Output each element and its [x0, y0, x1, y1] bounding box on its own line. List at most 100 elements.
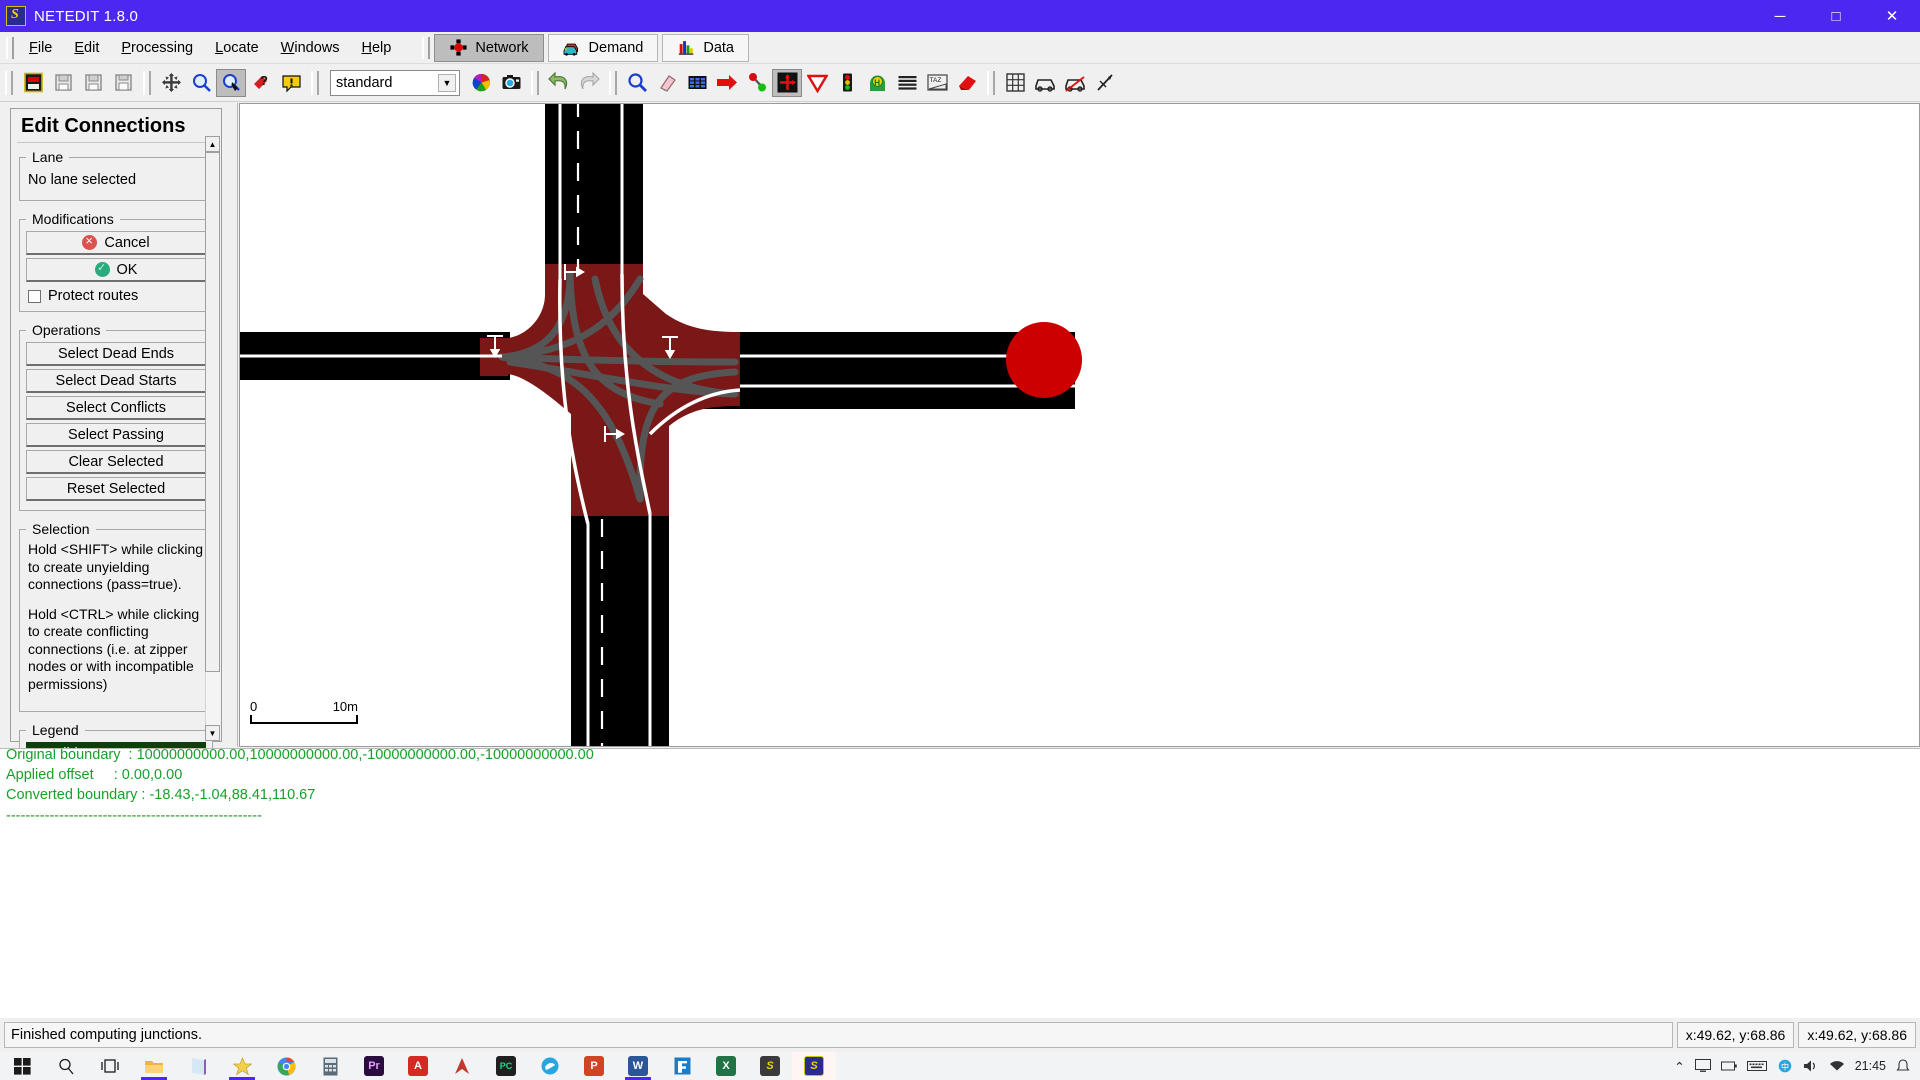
snapshot-camera-icon[interactable] [496, 69, 526, 97]
select-dead-starts-label: Select Dead Starts [55, 372, 177, 389]
grid-icon[interactable] [1000, 69, 1030, 97]
undo-icon[interactable] [544, 69, 574, 97]
powerpoint-icon[interactable]: P [572, 1052, 616, 1080]
sumo-label: S [760, 1056, 780, 1076]
acrobat-icon[interactable]: A [396, 1052, 440, 1080]
protect-routes-checkbox[interactable] [28, 289, 41, 303]
tray-ime-icon[interactable]: 中 [1777, 1059, 1793, 1073]
onenote-icon[interactable] [176, 1052, 220, 1080]
menu-locate[interactable]: Locate [204, 37, 270, 59]
sumo-icon[interactable]: S [748, 1052, 792, 1080]
menu-locate-label: ocate [223, 39, 259, 56]
scrollbar-thumb[interactable] [205, 152, 220, 672]
help-cursor-icon[interactable]: ? [246, 69, 276, 97]
mode-tabs-grip[interactable] [422, 36, 431, 59]
notification-center-icon[interactable] [1896, 1059, 1910, 1073]
scale-end-label: 10m [332, 699, 358, 714]
start-button-icon[interactable] [0, 1052, 44, 1080]
menu-edit[interactable]: Edit [63, 37, 110, 59]
toolbar-sep-4 [531, 70, 539, 95]
network-mode-icon [450, 39, 467, 56]
select-conflicts-button[interactable]: Select Conflicts [26, 396, 206, 420]
menu-file[interactable]: File [18, 37, 63, 59]
bluebird-app-icon[interactable] [528, 1052, 572, 1080]
network-drawing[interactable] [240, 104, 1920, 747]
file-explorer-icon[interactable] [132, 1052, 176, 1080]
lane-group-legend: Lane [32, 149, 64, 165]
chevron-down-icon[interactable]: ▼ [438, 73, 456, 92]
tray-monitor-icon[interactable] [1694, 1059, 1711, 1073]
connection-mode-icon[interactable] [772, 68, 802, 97]
tray-chevron-icon[interactable]: ⌃ [1674, 1059, 1684, 1074]
close-button[interactable]: ✕ [1864, 0, 1920, 32]
warnings-icon[interactable] [276, 69, 306, 97]
editor-app-icon[interactable] [660, 1052, 704, 1080]
pycharm-icon[interactable]: PC [484, 1052, 528, 1080]
menu-windows[interactable]: Windows [270, 37, 351, 59]
scroll-up-arrow-icon[interactable]: ▲ [205, 136, 220, 152]
select-passing-button[interactable]: Select Passing [26, 423, 206, 447]
taz-mode-icon[interactable]: TAZ [922, 69, 952, 97]
excel-icon[interactable]: X [704, 1052, 748, 1080]
calculator-icon[interactable] [308, 1052, 352, 1080]
shape-mode-icon[interactable] [952, 69, 982, 97]
save-network-icon[interactable] [78, 69, 108, 97]
word-icon[interactable]: W [616, 1052, 660, 1080]
legend-group-legend: Legend [32, 722, 79, 738]
protect-routes-row[interactable]: Protect routes [26, 285, 206, 305]
menu-help[interactable]: Help [351, 37, 403, 59]
ok-button[interactable]: OK [26, 258, 206, 282]
traffic-light-mode-icon[interactable] [832, 69, 862, 97]
crossing-mode-icon[interactable] [892, 69, 922, 97]
zoom-style-icon[interactable] [186, 69, 216, 97]
chrome-icon[interactable] [264, 1052, 308, 1080]
edit-viewport-icon[interactable] [216, 68, 246, 97]
minimize-button[interactable]: ─ [1752, 0, 1808, 32]
vehicle-off-icon[interactable] [1060, 69, 1090, 97]
color-scheme-select[interactable]: standard ▼ [330, 69, 460, 96]
recenter-view-icon[interactable] [156, 69, 186, 97]
panel-scrollbar[interactable]: ▲ ▼ [205, 136, 220, 741]
tray-sound-icon[interactable] [1803, 1059, 1819, 1073]
redo-icon[interactable] [574, 69, 604, 97]
menu-processing[interactable]: Processing [110, 37, 204, 59]
select-dead-ends-button[interactable]: Select Dead Ends [26, 342, 206, 366]
toolbar-grip-1[interactable] [5, 70, 13, 95]
vehicle-icon[interactable] [1030, 69, 1060, 97]
tab-data[interactable]: Data [662, 33, 749, 62]
menu-drag-grip[interactable] [6, 36, 14, 59]
reset-selected-button[interactable]: Reset Selected [26, 477, 206, 501]
task-view-icon[interactable] [88, 1052, 132, 1080]
tray-clock[interactable]: 21:45 [1855, 1059, 1886, 1073]
network-canvas[interactable]: 0 10m [239, 103, 1920, 747]
color-scheme-icon[interactable] [466, 69, 496, 97]
maximize-button[interactable]: □ [1808, 0, 1864, 32]
cancel-button[interactable]: Cancel [26, 231, 206, 255]
save-network-as-icon[interactable] [108, 69, 138, 97]
scroll-down-arrow-icon[interactable]: ▼ [205, 725, 220, 741]
open-network-icon[interactable] [48, 69, 78, 97]
premiere-icon[interactable]: Pr [352, 1052, 396, 1080]
prohibition-mode-icon[interactable] [802, 69, 832, 97]
inspect-mode-icon[interactable] [622, 69, 652, 97]
clear-selected-button[interactable]: Clear Selected [26, 450, 206, 474]
star-app-icon[interactable] [220, 1052, 264, 1080]
route-icon[interactable] [1090, 69, 1120, 97]
search-icon[interactable] [44, 1052, 88, 1080]
tray-keyboard-icon[interactable] [1746, 1059, 1767, 1073]
select-dead-starts-button[interactable]: Select Dead Starts [26, 369, 206, 393]
select-mode-icon[interactable] [682, 69, 712, 97]
netedit-taskbar-icon[interactable]: S [792, 1052, 836, 1080]
tab-network[interactable]: Network [434, 33, 544, 62]
additional-mode-icon[interactable]: H [862, 69, 892, 97]
autocad-icon[interactable] [440, 1052, 484, 1080]
move-mode-icon[interactable] [712, 69, 742, 97]
new-network-icon[interactable] [18, 69, 48, 97]
create-edge-icon[interactable] [742, 69, 772, 97]
delete-mode-icon[interactable] [652, 69, 682, 97]
tab-demand[interactable]: Demand [547, 33, 659, 62]
tray-network-icon[interactable] [1829, 1059, 1845, 1073]
tray-battery-icon[interactable] [1720, 1059, 1737, 1073]
toolbar-sep-6 [987, 70, 995, 95]
message-log[interactable]: Original boundary : 10000000000.00,10000… [0, 748, 1920, 1018]
